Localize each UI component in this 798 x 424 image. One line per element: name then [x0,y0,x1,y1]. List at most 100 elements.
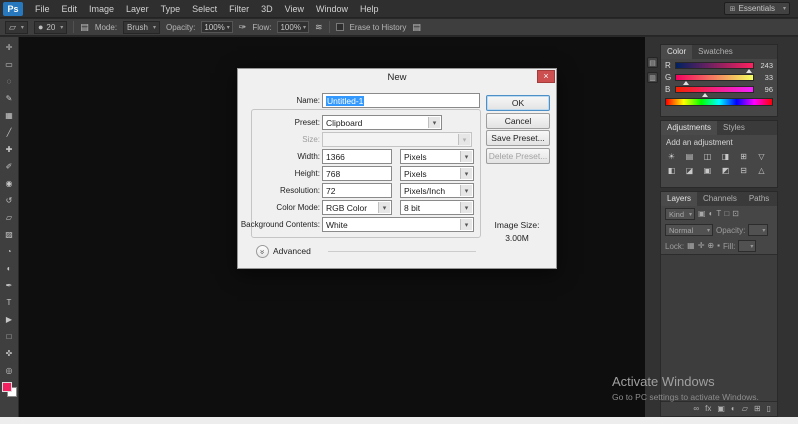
new-group-icon[interactable]: ▱ [742,405,748,413]
name-input[interactable]: Untitled-1 [322,93,480,108]
exposure-adjustment-icon[interactable]: ◨ [719,150,732,162]
channel-r-value[interactable]: 243 [757,61,773,70]
color-swatches[interactable] [2,382,17,397]
history-panel-icon[interactable]: ▤ [647,57,658,68]
brush-tool-button[interactable]: ✐ [1,158,18,175]
brightness-adjustment-icon[interactable]: ☀ [665,150,678,162]
new-layer-icon[interactable]: ⊞ [754,405,761,413]
curves-adjustment-icon[interactable]: ◫ [701,150,714,162]
tab-color[interactable]: Color [661,45,692,59]
quick-select-tool-button[interactable]: ✎ [1,90,18,107]
color-balance-adjustment-icon[interactable]: ◧ [665,164,678,176]
toggle-brush-panel-icon[interactable]: ▤ [412,23,421,32]
photo-filter-adjustment-icon[interactable]: ▣ [701,164,714,176]
link-layers-icon[interactable]: ∞ [693,405,699,413]
marquee-tool-button[interactable]: ▭ [1,56,18,73]
filter-pixel-layers-icon[interactable]: ▣ [698,210,706,218]
tab-adjustments[interactable]: Adjustments [661,121,717,135]
background-contents-dropdown[interactable]: White [322,217,474,232]
clone-stamp-tool-button[interactable]: ◉ [1,175,18,192]
menu-help[interactable]: Help [354,0,385,18]
zoom-tool-button[interactable]: ◎ [1,362,18,379]
opacity-value-field[interactable]: 100% [201,21,232,33]
color-spectrum-ramp[interactable] [665,98,773,106]
flow-value-field[interactable]: 100% [277,21,308,33]
airbrush-icon[interactable]: ≋ [315,23,323,32]
channel-b-value[interactable]: 96 [757,85,773,94]
menu-view[interactable]: View [279,0,310,18]
hand-tool-button[interactable]: ✜ [1,345,18,362]
channel-r-slider[interactable] [675,62,754,69]
menu-edit[interactable]: Edit [56,0,84,18]
menu-window[interactable]: Window [310,0,354,18]
black-white-adjustment-icon[interactable]: ◪ [683,164,696,176]
blur-tool-button[interactable]: ◔ [1,243,18,260]
gradient-tool-button[interactable]: ▨ [1,226,18,243]
layer-mask-icon[interactable]: ▣ [717,405,725,413]
filter-shape-layers-icon[interactable]: □ [724,210,729,218]
cancel-button[interactable]: Cancel [486,113,550,129]
filter-smart-object-icon[interactable]: ⊡ [732,210,739,218]
menu-file[interactable]: File [29,0,56,18]
move-tool-button[interactable]: ✛ [1,39,18,56]
pen-pressure-icon[interactable]: ✑ [239,23,247,32]
bit-depth-dropdown[interactable]: 8 bit [400,200,474,215]
menu-type[interactable]: Type [155,0,187,18]
layers-opacity-dropdown[interactable] [748,224,768,236]
lock-image-icon[interactable]: ✛ [698,242,705,250]
menu-filter[interactable]: Filter [223,0,255,18]
tab-styles[interactable]: Styles [717,121,751,135]
workspace-switcher[interactable]: ⊞ Essentials [724,2,790,15]
adjustment-layer-icon[interactable]: ◐ [731,405,736,413]
hue-saturation-adjustment-icon[interactable]: ▽ [755,150,768,162]
width-unit-dropdown[interactable]: Pixels [400,149,474,164]
tab-swatches[interactable]: Swatches [692,45,739,59]
pen-tool-button[interactable]: ✒ [1,277,18,294]
layer-effects-icon[interactable]: fx [705,405,711,413]
fill-dropdown[interactable] [738,240,756,252]
menu-select[interactable]: Select [186,0,223,18]
layer-filter-kind-dropdown[interactable]: Kind [665,208,695,220]
menu-layer[interactable]: Layer [120,0,155,18]
brush-panel-toggle-icon[interactable]: ▤ [80,23,89,32]
menu-image[interactable]: Image [83,0,120,18]
lasso-tool-button[interactable]: ◌ [1,73,18,90]
tab-channels[interactable]: Channels [697,192,743,206]
type-tool-button[interactable]: T [1,294,18,311]
path-select-tool-button[interactable]: ▶ [1,311,18,328]
height-input[interactable]: 768 [322,166,392,181]
lock-all-icon[interactable]: ▪ [717,242,720,250]
foreground-color-swatch[interactable] [2,382,12,392]
color-lookup-adjustment-icon[interactable]: ⊟ [737,164,750,176]
properties-panel-icon[interactable]: ▥ [647,72,658,83]
dodge-tool-button[interactable]: ◐ [1,260,18,277]
color-mode-dropdown[interactable]: RGB Color [322,200,392,215]
levels-adjustment-icon[interactable]: ▤ [683,150,696,162]
crop-tool-button[interactable]: ▦ [1,107,18,124]
shape-tool-button[interactable]: □ [1,328,18,345]
healing-brush-tool-button[interactable]: ✚ [1,141,18,158]
menu-3d[interactable]: 3D [255,0,279,18]
dialog-close-button[interactable]: × [537,70,555,83]
filter-type-layers-icon[interactable]: T [716,210,721,218]
channel-mixer-adjustment-icon[interactable]: ◩ [719,164,732,176]
erase-to-history-checkbox[interactable] [336,23,344,31]
tab-paths[interactable]: Paths [743,192,775,206]
invert-adjustment-icon[interactable]: △ [755,164,768,176]
resolution-input[interactable]: 72 [322,183,392,198]
eyedropper-tool-button[interactable]: ╱ [1,124,18,141]
tab-layers[interactable]: Layers [661,192,697,206]
channel-g-slider[interactable] [675,74,754,81]
eraser-tool-button[interactable]: ▱ [1,209,18,226]
tool-preset-picker[interactable]: ▱ [5,21,28,34]
height-unit-dropdown[interactable]: Pixels [400,166,474,181]
delete-layer-icon[interactable]: ▯ [767,405,771,413]
lock-position-icon[interactable]: ⊕ [707,242,714,250]
filter-adjustment-layers-icon[interactable]: ◐ [709,210,714,218]
channel-b-slider[interactable] [675,86,754,93]
preset-dropdown[interactable]: Clipboard [322,115,442,130]
save-preset-button[interactable]: Save Preset... [486,130,550,146]
brush-preset-picker[interactable]: ● 20 [34,21,67,34]
history-brush-tool-button[interactable]: ↺ [1,192,18,209]
width-input[interactable]: 1366 [322,149,392,164]
